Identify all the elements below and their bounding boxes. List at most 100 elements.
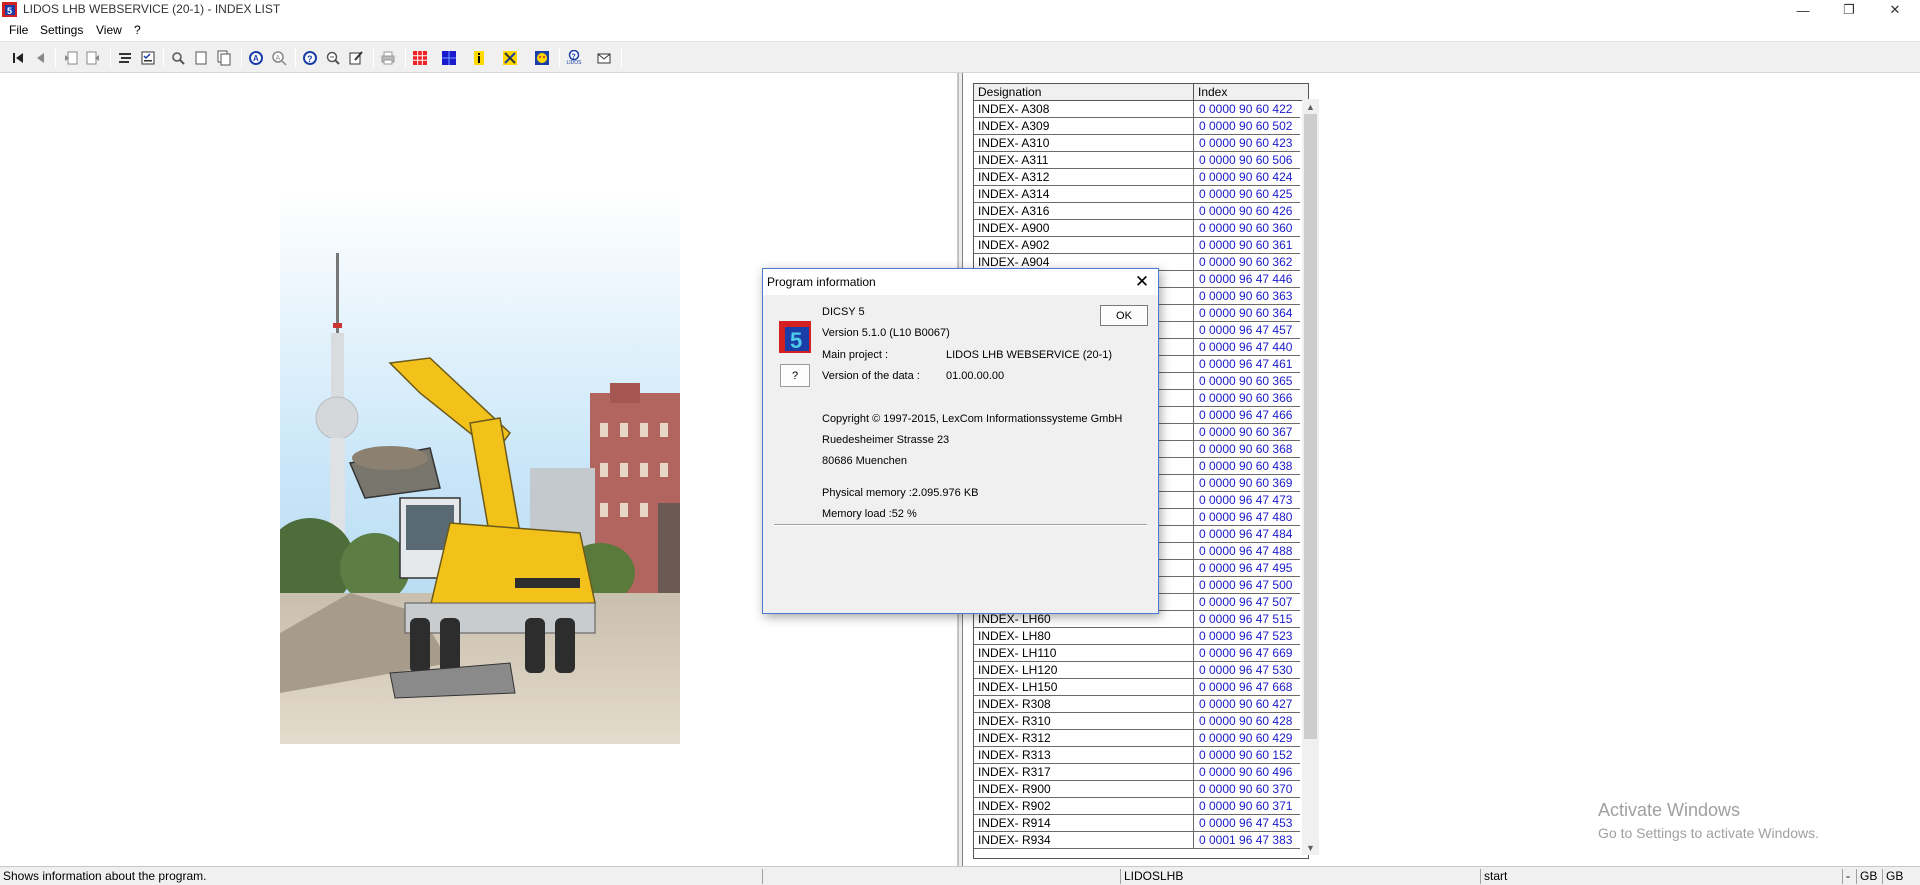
table-row[interactable]: INDEX- A311 0 0000 90 60 506: [974, 152, 1300, 169]
question-icon[interactable]: ?: [301, 49, 319, 67]
index-cell[interactable]: 0 0000 96 47 457: [1194, 322, 1304, 338]
menu-settings[interactable]: Settings: [40, 23, 83, 37]
table-row[interactable]: INDEX- LH120 0 0000 96 47 530: [974, 662, 1300, 679]
table-row[interactable]: INDEX- R310 0 0000 90 60 428: [974, 713, 1300, 730]
index-cell[interactable]: 0 0000 90 60 363: [1194, 288, 1304, 304]
index-cell[interactable]: 0 0000 90 60 369: [1194, 475, 1304, 491]
index-cell[interactable]: 0 0000 90 60 365: [1194, 373, 1304, 389]
index-cell[interactable]: 0 0000 90 60 502: [1194, 118, 1304, 134]
table-row[interactable]: INDEX- A316 0 0000 90 60 426: [974, 203, 1300, 220]
index-cell[interactable]: 0 0000 96 47 466: [1194, 407, 1304, 423]
index-cell[interactable]: 0 0000 90 60 424: [1194, 169, 1304, 185]
index-cell[interactable]: 0 0000 90 60 360: [1194, 220, 1304, 236]
menu-view[interactable]: View: [96, 23, 122, 37]
lidos-help-icon[interactable]: ? LIDOS: [565, 49, 583, 67]
search-a-icon[interactable]: A: [247, 49, 265, 67]
table-row[interactable]: INDEX- A312 0 0000 90 60 424: [974, 169, 1300, 186]
table-row[interactable]: INDEX- A310 0 0000 90 60 423: [974, 135, 1300, 152]
mail-icon[interactable]: [595, 49, 613, 67]
index-cell[interactable]: 0 0000 96 47 484: [1194, 526, 1304, 542]
index-cell[interactable]: 0 0000 96 47 473: [1194, 492, 1304, 508]
table-row[interactable]: INDEX- A902 0 0000 90 60 361: [974, 237, 1300, 254]
scroll-up-icon[interactable]: ▲: [1302, 99, 1319, 114]
search-b-icon[interactable]: A: [270, 49, 288, 67]
help-button[interactable]: ?: [780, 364, 810, 387]
back-icon[interactable]: [31, 49, 49, 67]
copy-page-icon[interactable]: [215, 49, 233, 67]
grid-icon[interactable]: [411, 49, 429, 67]
column-header-designation[interactable]: Designation: [974, 84, 1194, 100]
blue-grid-icon[interactable]: [440, 49, 458, 67]
page-forward-icon[interactable]: [84, 49, 102, 67]
info-icon[interactable]: [470, 49, 488, 67]
index-cell[interactable]: 0 0000 96 47 530: [1194, 662, 1304, 678]
tools-icon[interactable]: [501, 49, 519, 67]
column-header-index[interactable]: Index: [1194, 84, 1308, 100]
index-cell[interactable]: 0 0000 96 47 507: [1194, 594, 1304, 610]
menu-help[interactable]: ?: [134, 23, 141, 37]
checklist-icon[interactable]: [139, 49, 157, 67]
scrollbar-thumb[interactable]: [1304, 114, 1317, 739]
table-row[interactable]: INDEX- R308 0 0000 90 60 427: [974, 696, 1300, 713]
table-row[interactable]: INDEX- R317 0 0000 90 60 496: [974, 764, 1300, 781]
table-row[interactable]: INDEX- A314 0 0000 90 60 425: [974, 186, 1300, 203]
index-cell[interactable]: 0 0000 96 47 480: [1194, 509, 1304, 525]
index-cell[interactable]: 0 0000 90 60 362: [1194, 254, 1304, 270]
index-cell[interactable]: 0 0000 96 47 488: [1194, 543, 1304, 559]
index-cell[interactable]: 0 0000 96 47 495: [1194, 560, 1304, 576]
index-cell[interactable]: 0 0000 96 47 500: [1194, 577, 1304, 593]
index-cell[interactable]: 0 0000 90 60 427: [1194, 696, 1304, 712]
index-cell[interactable]: 0 0000 90 60 425: [1194, 186, 1304, 202]
index-cell[interactable]: 0 0000 96 47 453: [1194, 815, 1304, 831]
index-cell[interactable]: 0 0000 90 60 429: [1194, 730, 1304, 746]
table-row[interactable]: INDEX- R312 0 0000 90 60 429: [974, 730, 1300, 747]
minimize-button[interactable]: —: [1780, 0, 1826, 20]
table-row[interactable]: INDEX- LH150 0 0000 96 47 668: [974, 679, 1300, 696]
table-row[interactable]: INDEX- R900 0 0000 90 60 370: [974, 781, 1300, 798]
print-icon[interactable]: [379, 49, 397, 67]
table-row[interactable]: INDEX- LH80 0 0000 96 47 523: [974, 628, 1300, 645]
index-cell[interactable]: 0 0000 90 60 423: [1194, 135, 1304, 151]
index-cell[interactable]: 0 0000 90 60 152: [1194, 747, 1304, 763]
edit-icon[interactable]: [347, 49, 365, 67]
index-cell[interactable]: 0 0000 90 60 506: [1194, 152, 1304, 168]
index-cell[interactable]: 0 0000 96 47 461: [1194, 356, 1304, 372]
index-cell[interactable]: 0 0000 90 60 422: [1194, 101, 1304, 117]
vertical-scrollbar[interactable]: ▲ ▼: [1302, 99, 1319, 855]
page-icon[interactable]: [192, 49, 210, 67]
first-icon[interactable]: [9, 49, 27, 67]
index-cell[interactable]: 0 0001 96 47 383: [1194, 832, 1304, 848]
index-cell[interactable]: 0 0000 90 60 364: [1194, 305, 1304, 321]
close-window-button[interactable]: ✕: [1872, 0, 1918, 20]
mask-icon[interactable]: [533, 49, 551, 67]
ok-button[interactable]: OK: [1100, 305, 1148, 326]
index-cell[interactable]: 0 0000 90 60 366: [1194, 390, 1304, 406]
dialog-close-button[interactable]: ✕: [1129, 271, 1155, 293]
page-back-icon[interactable]: [62, 49, 80, 67]
index-cell[interactable]: 0 0000 90 60 371: [1194, 798, 1304, 814]
index-cell[interactable]: 0 0000 90 60 438: [1194, 458, 1304, 474]
index-cell[interactable]: 0 0000 90 60 370: [1194, 781, 1304, 797]
index-cell[interactable]: 0 0000 96 47 440: [1194, 339, 1304, 355]
index-cell[interactable]: 0 0000 96 47 668: [1194, 679, 1304, 695]
index-cell[interactable]: 0 0000 90 60 368: [1194, 441, 1304, 457]
table-row[interactable]: INDEX- R313 0 0000 90 60 152: [974, 747, 1300, 764]
index-cell[interactable]: 0 0000 96 47 446: [1194, 271, 1304, 287]
table-row[interactable]: INDEX- R914 0 0000 96 47 453: [974, 815, 1300, 832]
table-row[interactable]: INDEX- LH110 0 0000 96 47 669: [974, 645, 1300, 662]
index-cell[interactable]: 0 0000 96 47 669: [1194, 645, 1304, 661]
table-row[interactable]: INDEX- R934 0 0001 96 47 383: [974, 832, 1300, 849]
maximize-button[interactable]: ❐: [1826, 0, 1872, 20]
zoom-out-icon[interactable]: [324, 49, 342, 67]
index-cell[interactable]: 0 0000 96 47 523: [1194, 628, 1304, 644]
list-icon[interactable]: [116, 49, 134, 67]
index-cell[interactable]: 0 0000 90 60 426: [1194, 203, 1304, 219]
table-row[interactable]: INDEX- R902 0 0000 90 60 371: [974, 798, 1300, 815]
table-row[interactable]: INDEX- A900 0 0000 90 60 360: [974, 220, 1300, 237]
index-cell[interactable]: 0 0000 90 60 428: [1194, 713, 1304, 729]
table-row[interactable]: INDEX- A308 0 0000 90 60 422: [974, 101, 1300, 118]
index-cell[interactable]: 0 0000 90 60 496: [1194, 764, 1304, 780]
index-cell[interactable]: 0 0000 90 60 367: [1194, 424, 1304, 440]
menu-file[interactable]: File: [9, 23, 28, 37]
index-cell[interactable]: 0 0000 90 60 361: [1194, 237, 1304, 253]
